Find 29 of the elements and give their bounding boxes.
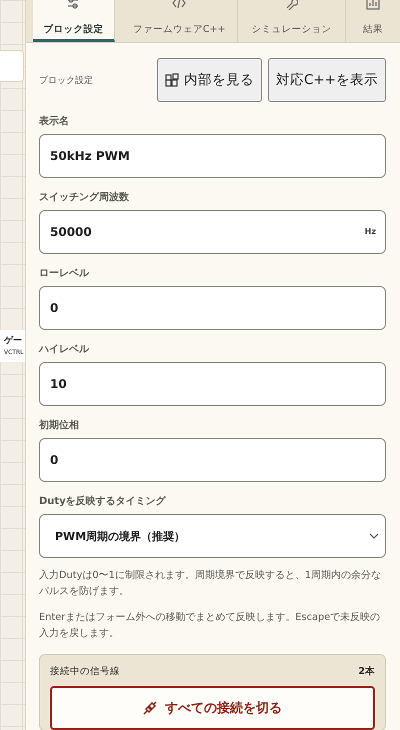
field-label: 表示名 bbox=[39, 116, 70, 128]
timing-select[interactable]: PWM周期の境界（推奨） bbox=[39, 514, 386, 558]
chevron-down-icon bbox=[369, 533, 379, 539]
input-field[interactable]: 0 bbox=[39, 286, 386, 330]
field-label: 初期位相 bbox=[39, 420, 80, 432]
unit-label: Hz bbox=[364, 227, 376, 236]
help-text: 入力Dutyは0〜1に制限されます。周期境界で反映すると、1周期内の余分なパルスを防げます。 bbox=[39, 568, 382, 599]
wrench-icon bbox=[284, 0, 298, 10]
blocks-icon bbox=[164, 73, 179, 87]
unplug-icon bbox=[143, 701, 157, 715]
input-field[interactable]: 0 bbox=[39, 438, 386, 482]
node-title: ゲー bbox=[4, 334, 23, 347]
input-field[interactable]: 10 bbox=[39, 362, 386, 406]
help-text: Enterまたはフォーム外への移動でまとめて反映します。Escapeで未反映の入力を戻します。 bbox=[39, 610, 382, 641]
header-button[interactable]: 内部を見る bbox=[156, 58, 262, 102]
disconnect-all-button[interactable]: すべての接続を切る bbox=[50, 686, 375, 730]
input-field[interactable]: 50kHz PWM bbox=[39, 134, 386, 178]
field-label: ハイレベル bbox=[39, 344, 90, 356]
bar-chart-icon bbox=[366, 0, 380, 10]
field-label: Dutyを反映するタイミング bbox=[39, 496, 167, 508]
sliders-icon bbox=[66, 0, 80, 10]
field-label: スイッチング周波数 bbox=[39, 192, 130, 204]
field-label: ローレベル bbox=[39, 268, 90, 280]
header-button[interactable]: 対応C++を表示 bbox=[268, 58, 386, 102]
tab[interactable]: ブロック設定 bbox=[33, 0, 115, 42]
connections-count: 2本 bbox=[358, 665, 375, 678]
code-icon bbox=[172, 0, 186, 10]
section-title: ブロック設定 bbox=[39, 74, 94, 86]
connections-label: 接続中の信号線 bbox=[50, 665, 120, 678]
